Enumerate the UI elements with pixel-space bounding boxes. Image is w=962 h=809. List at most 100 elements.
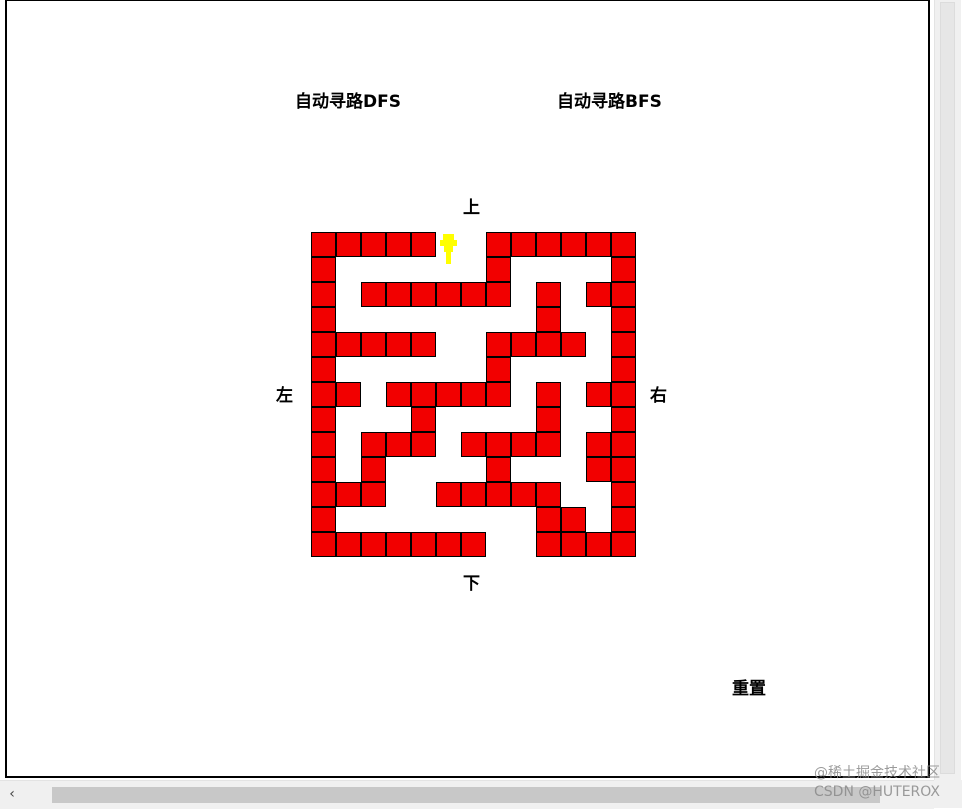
maze-wall-cell — [311, 482, 336, 507]
maze-wall-cell — [561, 332, 586, 357]
maze-wall-cell — [511, 332, 536, 357]
maze-wall-cell — [461, 282, 486, 307]
maze-wall-cell — [436, 482, 461, 507]
maze-wall-cell — [486, 457, 511, 482]
maze-grid — [311, 232, 637, 558]
maze-wall-cell — [561, 507, 586, 532]
maze-wall-cell — [311, 282, 336, 307]
maze-wall-cell — [536, 407, 561, 432]
auto-path-dfs-button[interactable]: 自动寻路DFS — [295, 87, 401, 112]
watermark-line-2: CSDN @HUTEROX — [814, 784, 940, 800]
maze-wall-cell — [311, 357, 336, 382]
maze-wall-cell — [536, 332, 561, 357]
scroll-left-arrow-icon[interactable]: ‹ — [6, 786, 18, 802]
maze-wall-cell — [586, 382, 611, 407]
maze-wall-cell — [536, 307, 561, 332]
maze-wall-cell — [311, 307, 336, 332]
maze-wall-cell — [336, 232, 361, 257]
move-down-button[interactable]: 下 — [463, 569, 480, 594]
maze-wall-cell — [486, 357, 511, 382]
horizontal-scrollbar[interactable]: ‹ — [0, 780, 934, 809]
maze-wall-cell — [486, 232, 511, 257]
maze-wall-cell — [486, 332, 511, 357]
watermark: @稀土掘金技术社区 CSDN @HUTEROX — [814, 764, 940, 802]
maze-wall-cell — [411, 432, 436, 457]
vertical-scrollbar[interactable] — [934, 0, 961, 780]
reset-button[interactable]: 重置 — [732, 674, 766, 699]
maze-wall-cell — [311, 257, 336, 282]
maze-wall-cell — [536, 382, 561, 407]
maze-wall-cell — [586, 232, 611, 257]
maze-wall-cell — [586, 282, 611, 307]
vertical-scroll-thumb[interactable] — [940, 2, 955, 774]
maze-wall-cell — [611, 507, 636, 532]
maze-wall-cell — [386, 382, 411, 407]
maze-wall-cell — [411, 407, 436, 432]
maze-wall-cell — [611, 232, 636, 257]
maze-wall-cell — [536, 282, 561, 307]
maze-wall-cell — [311, 457, 336, 482]
watermark-line-1: @稀土掘金技术社区 — [814, 765, 940, 781]
maze-wall-cell — [311, 532, 336, 557]
maze-wall-cell — [311, 407, 336, 432]
maze-wall-cell — [386, 532, 411, 557]
maze-wall-cell — [611, 532, 636, 557]
auto-path-bfs-button[interactable]: 自动寻路BFS — [557, 87, 662, 112]
maze-wall-cell — [561, 532, 586, 557]
maze-wall-cell — [486, 382, 511, 407]
maze-wall-cell — [611, 357, 636, 382]
maze-wall-cell — [411, 332, 436, 357]
horizontal-scroll-thumb[interactable] — [52, 787, 880, 803]
maze-wall-cell — [511, 482, 536, 507]
maze-wall-cell — [336, 482, 361, 507]
maze-wall-cell — [611, 282, 636, 307]
maze-wall-cell — [311, 232, 336, 257]
move-left-button[interactable]: 左 — [276, 381, 293, 406]
maze-wall-cell — [386, 432, 411, 457]
maze-wall-cell — [536, 532, 561, 557]
maze-wall-cell — [386, 332, 411, 357]
maze-wall-cell — [461, 432, 486, 457]
maze-wall-cell — [611, 332, 636, 357]
maze-wall-cell — [561, 232, 586, 257]
maze-wall-cell — [611, 407, 636, 432]
maze-wall-cell — [611, 482, 636, 507]
maze-wall-cell — [536, 507, 561, 532]
maze-wall-cell — [336, 382, 361, 407]
maze-wall-cell — [411, 382, 436, 407]
maze-wall-cell — [611, 307, 636, 332]
maze-wall-cell — [536, 432, 561, 457]
move-up-button[interactable]: 上 — [463, 193, 480, 218]
maze-wall-cell — [611, 432, 636, 457]
maze-wall-cell — [486, 482, 511, 507]
maze-wall-cell — [436, 382, 461, 407]
maze-wall-cell — [536, 232, 561, 257]
maze-wall-cell — [311, 507, 336, 532]
maze-wall-cell — [361, 532, 386, 557]
maze-wall-cell — [461, 382, 486, 407]
maze-wall-cell — [411, 532, 436, 557]
maze-wall-cell — [411, 232, 436, 257]
player-icon — [440, 234, 457, 264]
maze-wall-cell — [336, 332, 361, 357]
maze-wall-cell — [336, 532, 361, 557]
maze-wall-cell — [361, 432, 386, 457]
maze-wall-cell — [611, 257, 636, 282]
maze-wall-cell — [361, 232, 386, 257]
move-right-button[interactable]: 右 — [650, 381, 667, 406]
maze-wall-cell — [511, 432, 536, 457]
maze-wall-cell — [311, 432, 336, 457]
maze-wall-cell — [411, 282, 436, 307]
maze-wall-cell — [486, 257, 511, 282]
maze-wall-cell — [361, 457, 386, 482]
maze-wall-cell — [436, 532, 461, 557]
maze-wall-cell — [586, 432, 611, 457]
maze-wall-cell — [611, 382, 636, 407]
maze-wall-cell — [586, 532, 611, 557]
maze-wall-cell — [311, 382, 336, 407]
maze-wall-cell — [361, 482, 386, 507]
maze-wall-cell — [311, 332, 336, 357]
maze-wall-cell — [486, 432, 511, 457]
maze-wall-cell — [586, 457, 611, 482]
maze-wall-cell — [361, 332, 386, 357]
